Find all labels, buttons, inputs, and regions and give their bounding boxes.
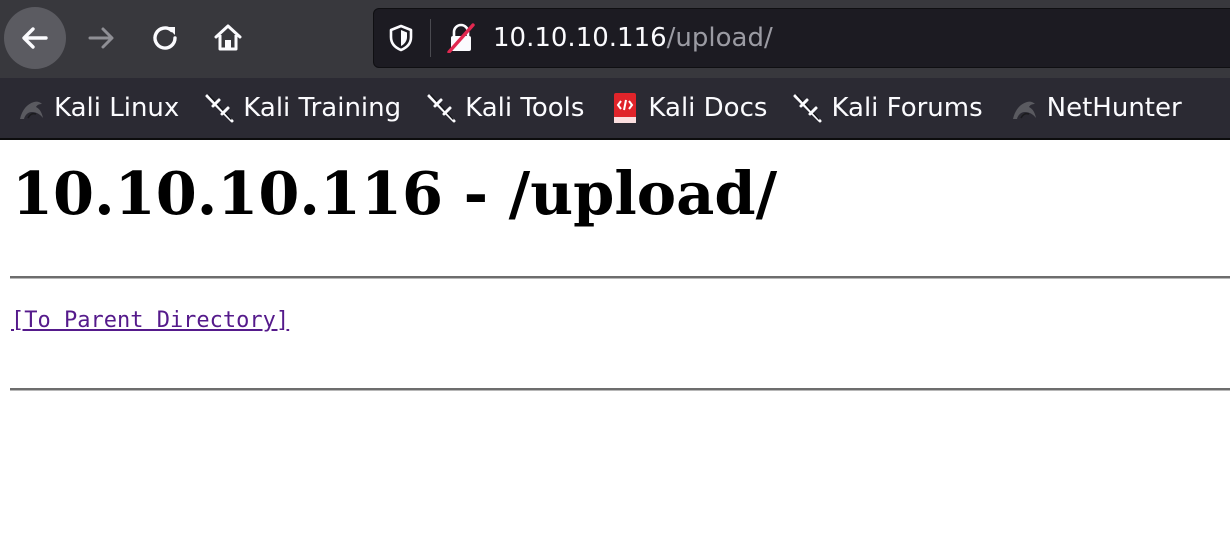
bookmarks-toolbar: Kali Linux Kali Training Kali Tools Kali…	[0, 78, 1230, 140]
arrow-right-icon	[88, 27, 114, 49]
browser-toolbar: 10.10.10.116/upload/	[0, 0, 1230, 78]
horizontal-rule	[10, 388, 1230, 391]
home-icon	[214, 24, 242, 51]
forward-button[interactable]	[78, 14, 124, 62]
bookmark-kali-forums[interactable]: Kali Forums	[791, 91, 983, 125]
reload-button[interactable]	[142, 14, 188, 62]
kali-sword-icon	[425, 91, 459, 125]
horizontal-rule	[10, 276, 1230, 279]
tracking-protection-button[interactable]	[386, 23, 416, 53]
page-content: 10.10.10.116 - /upload/ [To Parent Direc…	[0, 140, 1230, 560]
bookmark-nethunter[interactable]: NetHunter	[1007, 91, 1182, 125]
bookmark-kali-docs[interactable]: Kali Docs	[608, 91, 767, 125]
kali-dragon-icon	[14, 91, 48, 125]
bookmark-kali-linux[interactable]: Kali Linux	[14, 91, 179, 125]
kali-sword-icon	[203, 91, 237, 125]
home-button[interactable]	[205, 14, 251, 62]
address-bar[interactable]: 10.10.10.116/upload/	[373, 8, 1230, 68]
bookmark-label: Kali Tools	[465, 93, 585, 123]
url-path: /upload/	[666, 23, 773, 53]
arrow-left-icon	[22, 27, 48, 49]
back-button[interactable]	[4, 7, 66, 69]
site-info-button[interactable]	[444, 22, 478, 54]
insecure-lock-icon	[447, 23, 475, 53]
bookmark-label: Kali Training	[243, 93, 402, 123]
reload-icon	[153, 26, 177, 50]
bookmark-label: NetHunter	[1046, 93, 1182, 123]
kali-dragon-icon	[1007, 91, 1041, 125]
page-title: 10.10.10.116 - /upload/	[12, 159, 778, 228]
url-divider	[430, 19, 431, 57]
shield-icon	[389, 24, 413, 52]
bookmark-kali-tools[interactable]: Kali Tools	[425, 91, 584, 125]
bookmark-label: Kali Linux	[54, 93, 180, 123]
parent-directory-link[interactable]: [To Parent Directory]	[11, 307, 289, 335]
kali-sword-icon	[791, 91, 825, 125]
url-host: 10.10.10.116	[493, 23, 667, 53]
bookmark-label: Kali Docs	[648, 93, 768, 123]
bookmark-kali-training[interactable]: Kali Training	[203, 91, 401, 125]
url-text[interactable]: 10.10.10.116/upload/	[493, 21, 773, 55]
kali-docs-icon	[608, 91, 642, 125]
bookmark-label: Kali Forums	[831, 93, 983, 123]
